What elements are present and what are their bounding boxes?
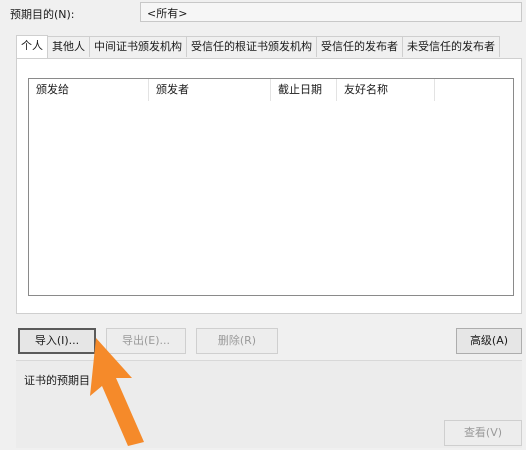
tab-intermediate-ca[interactable]: 中间证书颁发机构 xyxy=(89,36,187,57)
intended-purpose-label: 预期目的(N): xyxy=(10,8,75,21)
intended-purpose-select[interactable]: <所有> xyxy=(140,2,522,22)
certificate-list[interactable]: 颁发给 颁发者 截止日期 友好名称 xyxy=(28,78,514,296)
view-button[interactable]: 查看(V) xyxy=(444,420,522,446)
tab-other-people[interactable]: 其他人 xyxy=(47,36,90,57)
delete-button[interactable]: 删除(R) xyxy=(196,328,278,354)
certificate-store-tabs: 个人 其他人 中间证书颁发机构 受信任的根证书颁发机构 受信任的发布者 未受信任… xyxy=(16,35,500,58)
column-expiration-date[interactable]: 截止日期 xyxy=(271,79,337,101)
tab-untrusted-publishers[interactable]: 未受信任的发布者 xyxy=(402,36,500,57)
pointer-arrow-icon xyxy=(90,338,144,446)
tab-trusted-root-ca[interactable]: 受信任的根证书颁发机构 xyxy=(186,36,317,57)
tab-personal[interactable]: 个人 xyxy=(16,35,48,58)
column-friendly-name[interactable]: 友好名称 xyxy=(337,79,435,101)
column-issued-to[interactable]: 颁发给 xyxy=(29,79,149,101)
arrow-shape xyxy=(90,338,144,446)
column-issued-by[interactable]: 颁发者 xyxy=(149,79,271,101)
advanced-button[interactable]: 高级(A) xyxy=(456,328,522,354)
tab-trusted-publishers[interactable]: 受信任的发布者 xyxy=(316,36,403,57)
